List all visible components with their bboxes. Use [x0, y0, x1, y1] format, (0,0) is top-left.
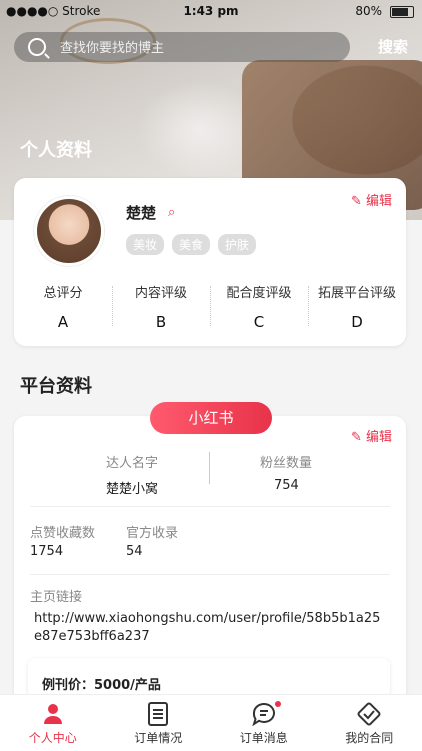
- tab-label: 我的合同: [317, 729, 422, 746]
- official-value: 54: [126, 544, 143, 559]
- person-icon: [0, 701, 106, 727]
- document-icon: [106, 701, 212, 727]
- edit-label: 编辑: [366, 430, 392, 445]
- official-label: 官方收录: [126, 522, 178, 541]
- grade-label: 总评分: [14, 282, 112, 301]
- grade-value: D: [308, 313, 406, 331]
- homepage-link[interactable]: http://www.xiaohongshu.com/user/profile/…: [34, 610, 384, 646]
- tab-label: 订单消息: [211, 729, 317, 746]
- verified-icon: ⌕: [168, 205, 175, 220]
- followers-label: 粉丝数量: [260, 452, 312, 471]
- grade-label: 内容评级: [112, 282, 210, 301]
- price-label: 例刊价：5000/产品: [42, 674, 161, 693]
- tab-label: 订单情况: [106, 729, 212, 746]
- creator-name-value: 楚楚小窝: [106, 478, 158, 497]
- avatar[interactable]: [34, 196, 104, 266]
- divider: [30, 574, 390, 575]
- battery-percent: 80%: [355, 4, 382, 18]
- tab-bar: 个人中心 订单情况 订单消息 我的合同: [0, 694, 422, 751]
- battery-icon: [390, 6, 414, 18]
- likes-label: 点赞收藏数: [30, 522, 95, 541]
- grade-content: 内容评级 B: [112, 282, 210, 338]
- status-bar: ●●●●○ Stroke 1:43 pm 80%: [0, 0, 422, 24]
- price-card: 例刊价：5000/产品: [28, 658, 390, 698]
- personal-section-title: 个人资料: [20, 136, 92, 162]
- chat-icon: [211, 701, 317, 727]
- grade-expansion: 拓展平台评级 D: [308, 282, 406, 338]
- grade-cooperation: 配合度评级 C: [210, 282, 308, 338]
- tab-my-contracts[interactable]: 我的合同: [317, 695, 422, 751]
- notification-dot: [275, 701, 281, 707]
- personal-card: 楚楚 ⌕ ✎ 编辑 美妆 美食 护肤 总评分 A 内容评级 B 配合度评级 C …: [14, 178, 406, 346]
- grade-label: 配合度评级: [210, 282, 308, 301]
- followers-value: 754: [274, 478, 299, 493]
- platform-section-title: 平台资料: [20, 372, 92, 398]
- divider: [30, 506, 390, 507]
- vertical-divider: [209, 452, 210, 484]
- user-name: 楚楚: [126, 202, 156, 223]
- tab-orders[interactable]: 订单情况: [106, 695, 212, 751]
- search-bar[interactable]: [14, 32, 350, 62]
- homepage-label: 主页链接: [30, 586, 82, 605]
- tab-label: 个人中心: [0, 729, 106, 746]
- tag: 美妆: [126, 234, 164, 255]
- tag: 美食: [172, 234, 210, 255]
- grade-label: 拓展平台评级: [308, 282, 406, 301]
- grade-value: B: [112, 313, 210, 331]
- search-icon: [28, 38, 46, 56]
- grade-total: 总评分 A: [14, 282, 112, 338]
- edit-personal-button[interactable]: ✎ 编辑: [351, 190, 392, 209]
- platform-tab-xiaohongshu[interactable]: 小红书: [150, 402, 272, 434]
- tag: 护肤: [218, 234, 256, 255]
- tab-order-messages[interactable]: 订单消息: [211, 695, 317, 751]
- search-button[interactable]: 搜索: [378, 36, 408, 57]
- edit-label: 编辑: [366, 194, 392, 209]
- edit-platform-button[interactable]: ✎ 编辑: [351, 426, 392, 445]
- tag-list: 美妆 美食 护肤: [126, 234, 256, 255]
- grade-value: C: [210, 313, 308, 331]
- likes-value: 1754: [30, 544, 63, 559]
- search-input[interactable]: [58, 39, 332, 56]
- grade-value: A: [14, 313, 112, 331]
- handshake-icon: [317, 701, 422, 727]
- creator-name-label: 达人名字: [106, 452, 158, 471]
- tab-personal-center[interactable]: 个人中心: [0, 695, 106, 751]
- grade-row: 总评分 A 内容评级 B 配合度评级 C 拓展平台评级 D: [14, 282, 406, 338]
